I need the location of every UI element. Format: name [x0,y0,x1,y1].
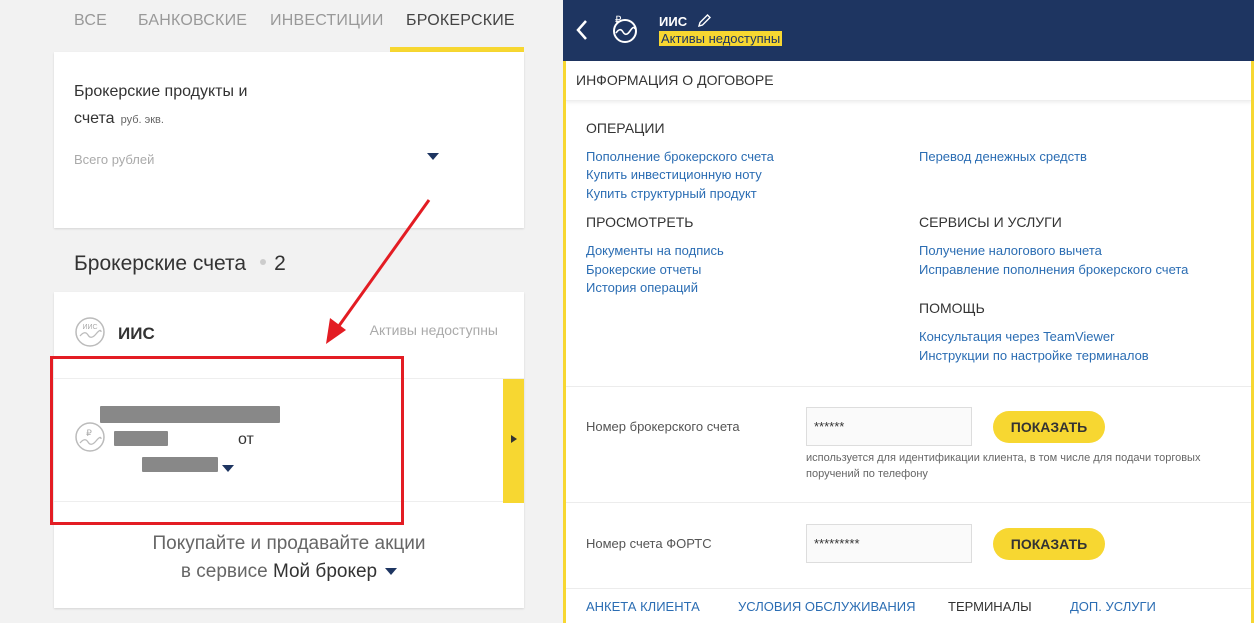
tab-service-terms[interactable]: УСЛОВИЯ ОБСЛУЖИВАНИЯ [738,599,916,614]
account-name: ИИС [118,324,155,343]
arrow-right-icon [511,435,517,443]
iis-ruble-icon: ₽ [613,15,637,43]
promo-service-name: Мой брокер [272,561,378,582]
promo-line-1: Покупайте и продавайте акции [152,533,426,554]
chevron-down-icon[interactable] [427,153,439,160]
dot-separator [260,259,267,266]
total-label: Всего рублей [74,152,155,167]
tab-extra-services[interactable]: ДОП. УСЛУГИ [1070,599,1156,614]
show-forts-account-button[interactable]: ПОКАЗАТЬ [993,528,1105,560]
tab-banking[interactable]: БАНКОВСКИЕ [138,12,247,30]
broker-account-field[interactable]: ****** [806,407,972,446]
tab-client-profile[interactable]: АНКЕТА КЛИЕНТА [586,599,700,614]
my-broker-promo[interactable]: Покупайте и продавайте акции в сервисе М… [54,530,524,586]
contract-info-bar: ИНФОРМАЦИЯ О ДОГОВОРЕ [566,61,1252,101]
selected-indicator [503,379,524,503]
help-heading: ПОМОЩЬ [919,300,985,316]
show-broker-account-button[interactable]: ПОКАЗАТЬ [993,411,1105,443]
forts-account-label: Номер счета ФОРТС [586,536,712,551]
annotation-highlight-box [50,356,404,525]
services-heading: СЕРВИСЫ И УСЛУГИ [919,214,1062,230]
section-title-text: Брокерские счета [74,252,247,275]
account-count: 2 [274,252,286,275]
tab-brokerage[interactable]: БРОКЕРСКИЕ [406,12,515,30]
accounts-panel: ВСЕ БАНКОВСКИЕ ИНВЕСТИЦИИ БРОКЕРСКИЕ Бро… [0,0,563,623]
divider [566,502,1251,503]
details-title: ИИС [659,14,688,29]
link-topup-account[interactable]: Пополнение брокерского счета [586,149,774,164]
svg-text:₽: ₽ [615,15,622,26]
tab-investments[interactable]: ИНВЕСТИЦИИ [270,12,384,30]
link-operations-history[interactable]: История операций [586,280,698,295]
section-title: Брокерские счета 2 [74,252,286,276]
operations-heading: ОПЕРАЦИИ [586,120,665,136]
chevron-down-icon [385,568,398,576]
link-tax-deduction[interactable]: Получение налогового вычета [919,243,1102,258]
tab-all[interactable]: ВСЕ [74,12,107,30]
promo-line-2: в сервисе Мой брокер [54,558,524,586]
tab-terminals[interactable]: ТЕРМИНАЛЫ [948,599,1032,614]
pencil-icon[interactable] [697,13,712,28]
bottom-tabs: АНКЕТА КЛИЕНТА УСЛОВИЯ ОБСЛУЖИВАНИЯ ТЕРМ… [563,588,1254,623]
link-buy-investment-note[interactable]: Купить инвестиционную ноту [586,167,762,182]
brokerage-summary-card[interactable]: Брокерские продукты и счета руб. экв. Все… [54,52,524,228]
annotation-arrow-icon [326,199,431,344]
account-details-panel: ₽ ИИС Активы недоступны ИНФОРМАЦИЯ О ДОГ… [563,0,1254,623]
svg-text:ИИС: ИИС [82,324,97,331]
link-money-transfer[interactable]: Перевод денежных средств [919,149,1087,164]
summary-title: Брокерские продукты и счета руб. экв. [74,78,294,134]
forts-account-field[interactable]: ********* [806,524,972,563]
view-heading: ПРОСМОТРЕТЬ [586,214,694,230]
broker-account-hint: используется для идентификации клиента, … [806,452,1201,480]
link-buy-structured-product[interactable]: Купить структурный продукт [586,186,757,201]
iis-ruble-icon: ИИС [75,317,105,347]
contract-info-title: ИНФОРМАЦИЯ О ДОГОВОРЕ [576,72,774,88]
divider [566,386,1251,387]
link-teamviewer[interactable]: Консультация через TeamViewer [919,329,1114,344]
details-header: ₽ ИИС Активы недоступны [563,0,1254,61]
broker-account-label: Номер брокерского счета [586,419,740,434]
link-fix-topup[interactable]: Исправление пополнения брокерского счета [919,262,1188,277]
link-terminal-setup[interactable]: Инструкции по настройке терминалов [919,348,1149,363]
category-tabs: ВСЕ БАНКОВСКИЕ ИНВЕСТИЦИИ БРОКЕРСКИЕ [54,0,524,52]
currency-note: руб. экв. [120,114,164,126]
promo-prefix: в сервисе [180,561,268,582]
link-brokerage-reports[interactable]: Брокерские отчеты [586,262,701,277]
details-status-badge: Активы недоступны [659,31,783,46]
back-arrow-icon[interactable] [575,18,589,42]
link-documents-to-sign[interactable]: Документы на подпись [586,243,724,258]
